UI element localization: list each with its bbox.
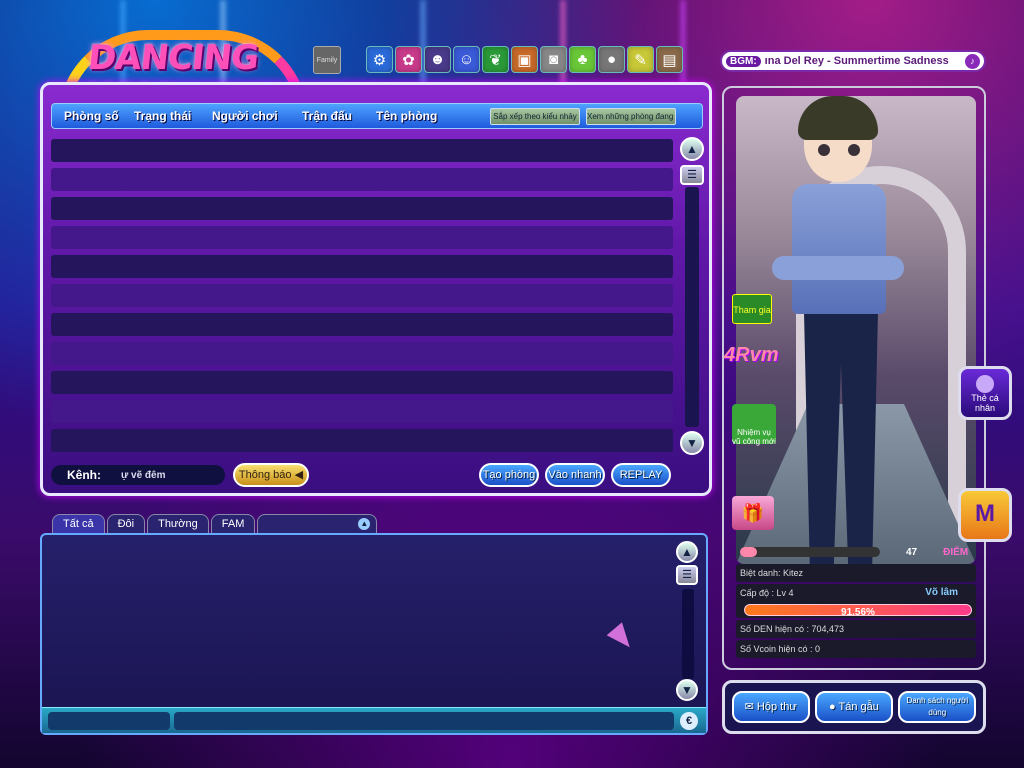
- room-list-scrollbar[interactable]: ▲ ☰ ▼: [679, 137, 705, 457]
- level-rank: Võ lâm: [925, 587, 958, 598]
- room-row[interactable]: [51, 313, 673, 336]
- room-list-panel: Phòng số Trạng thái Người chơi Trận đấu …: [40, 82, 712, 496]
- friends-icon[interactable]: ☺: [453, 46, 480, 73]
- chest-icon[interactable]: ▤: [656, 46, 683, 73]
- bgm-bar: BGM: ına Del Rey - Summertime Sadness ♪: [720, 50, 986, 72]
- chat-input-bar: €: [42, 707, 706, 733]
- room-row[interactable]: [51, 139, 673, 162]
- room-row[interactable]: [51, 255, 673, 278]
- room-row[interactable]: [51, 429, 673, 452]
- chat-target-field[interactable]: [48, 712, 170, 730]
- family-button[interactable]: Family: [313, 46, 341, 74]
- character-stats: 47 ĐIỂM Biệt danh: Kitez Cấp độ : Lv 4 V…: [736, 542, 976, 658]
- room-row[interactable]: [51, 371, 673, 394]
- scroll-down-icon[interactable]: ▼: [680, 431, 704, 455]
- col-room-number[interactable]: Phòng số: [64, 109, 119, 123]
- room-row[interactable]: [51, 226, 673, 249]
- chat-tabs: Tất cả Đôi Thường FAM ▲: [52, 514, 378, 534]
- chat-bubble-icon: ●: [829, 701, 836, 713]
- speaker-icon: ◀: [294, 469, 304, 481]
- user-list-button[interactable]: Danh sách người dùng: [898, 691, 977, 723]
- room-row[interactable]: [51, 284, 673, 307]
- xp-percent: 91.56%: [841, 607, 875, 618]
- col-room-name[interactable]: Tên phòng: [376, 109, 437, 123]
- scroll-thumb-icon[interactable]: ☰: [680, 165, 704, 185]
- character-panel: Tham gia 4Rvm Nhiệm vụ vũ công mới 🎁 47 …: [722, 86, 986, 670]
- points-row: 47 ĐIỂM: [736, 542, 976, 562]
- chat-scroll-thumb-icon[interactable]: ☰: [676, 565, 698, 585]
- col-match[interactable]: Trận đấu: [302, 109, 352, 123]
- character-scene: [736, 96, 976, 564]
- profile-icon: [976, 375, 994, 393]
- chat-tab-extra[interactable]: ▲: [257, 514, 378, 534]
- stone-icon[interactable]: ●: [598, 46, 625, 73]
- top-toolbar: ⚙ ✿ ☻ ☺ ❦ ▣ ◙ ♣ ● ✎ ▤: [366, 46, 683, 73]
- chat-button[interactable]: ● Tán gẫu: [814, 691, 893, 723]
- col-players[interactable]: Người chơi: [212, 109, 278, 123]
- points-value: 47: [906, 546, 918, 558]
- locked-user-icon[interactable]: ☻: [424, 46, 451, 73]
- profile-card-button[interactable]: Thẻ cá nhân: [958, 366, 1012, 420]
- col-status[interactable]: Trạng thái: [134, 109, 191, 123]
- game-logo: DANCING HALL: [58, 30, 308, 120]
- chevron-up-icon[interactable]: ▲: [358, 518, 371, 530]
- chat-tab-normal[interactable]: Thường: [147, 514, 209, 534]
- channel-label: Kênh:: [67, 468, 101, 482]
- chat-tab-all[interactable]: Tất cả: [52, 514, 105, 534]
- gift-icon[interactable]: ✿: [395, 46, 422, 73]
- create-room-button[interactable]: Tạo phòng: [479, 463, 539, 487]
- xp-bar: 91.56%: [744, 604, 972, 618]
- sort-by-dance-button[interactable]: Sắp xếp theo kiểu nhảy: [490, 108, 580, 125]
- chat-tab-couple[interactable]: Đôi: [106, 514, 146, 534]
- level-box: Cấp độ : Lv 4 Võ lâm 91.56%: [736, 584, 976, 618]
- gift-box-icon[interactable]: 🎁: [732, 496, 774, 530]
- dance-floor-icon[interactable]: ♣: [569, 46, 596, 73]
- chat-scroll-up-icon[interactable]: ▲: [676, 541, 698, 563]
- room-row[interactable]: [51, 168, 673, 191]
- notice-button[interactable]: Thông báo ◀: [233, 463, 309, 487]
- tv-icon[interactable]: ▣: [511, 46, 538, 73]
- chat-scroll-down-icon[interactable]: ▼: [676, 679, 698, 701]
- quest-badge[interactable]: Nhiệm vụ vũ công mới: [732, 404, 776, 446]
- room-row[interactable]: [51, 400, 673, 423]
- quick-join-button[interactable]: Vào nhanh: [545, 463, 605, 487]
- mailbox-button[interactable]: ✉ Hộp thư: [731, 691, 810, 723]
- vcoin-balance: Số Vcoin hiện có : 0: [736, 640, 976, 658]
- nickname: Biệt danh: Kitez: [736, 564, 976, 582]
- room-row[interactable]: [51, 197, 673, 220]
- join-badge[interactable]: Tham gia: [732, 294, 772, 324]
- room-number-badge: 4Rvm: [724, 344, 779, 366]
- music-icon[interactable]: ♪: [965, 54, 980, 69]
- scroll-up-icon[interactable]: ▲: [680, 137, 704, 161]
- room-list-header: Phòng số Trạng thái Người chơi Trận đấu …: [51, 103, 703, 129]
- view-waiting-rooms-button[interactable]: Xem những phòng đang đợi: [586, 108, 676, 125]
- points-unit: ĐIỂM: [943, 546, 969, 558]
- replay-button[interactable]: REPLAY: [611, 463, 671, 487]
- mail-icon: ✉: [744, 701, 754, 713]
- channel-value: ự vẽ đêm: [121, 469, 166, 481]
- photo-icon[interactable]: ◙: [540, 46, 567, 73]
- room-row[interactable]: [51, 342, 673, 365]
- room-rows: [51, 139, 673, 458]
- leaf-icon[interactable]: ❦: [482, 46, 509, 73]
- m-shop-button[interactable]: M: [958, 488, 1012, 542]
- bgm-tag: BGM:: [726, 55, 761, 67]
- chat-scroll-track[interactable]: [682, 589, 694, 679]
- points-bar: [740, 547, 880, 557]
- channel-display: Kênh: ự vẽ đêm: [51, 465, 225, 485]
- bottom-toolbar: ✉ Hộp thư ● Tán gẫu Danh sách người dùng: [722, 680, 986, 734]
- level-label: Cấp độ : Lv 4: [740, 588, 794, 598]
- chat-input[interactable]: [174, 712, 674, 730]
- emoticon-icon[interactable]: €: [680, 712, 698, 730]
- bgm-title: ına Del Rey - Summertime Sadness: [764, 55, 949, 67]
- character-avatar[interactable]: [756, 96, 926, 564]
- den-balance: Số DEN hiện có : 704,473: [736, 620, 976, 638]
- chat-tab-fam[interactable]: FAM: [210, 514, 256, 534]
- pencil-icon[interactable]: ✎: [627, 46, 654, 73]
- scroll-track[interactable]: [685, 187, 699, 427]
- settings-gear-icon[interactable]: ⚙: [366, 46, 393, 73]
